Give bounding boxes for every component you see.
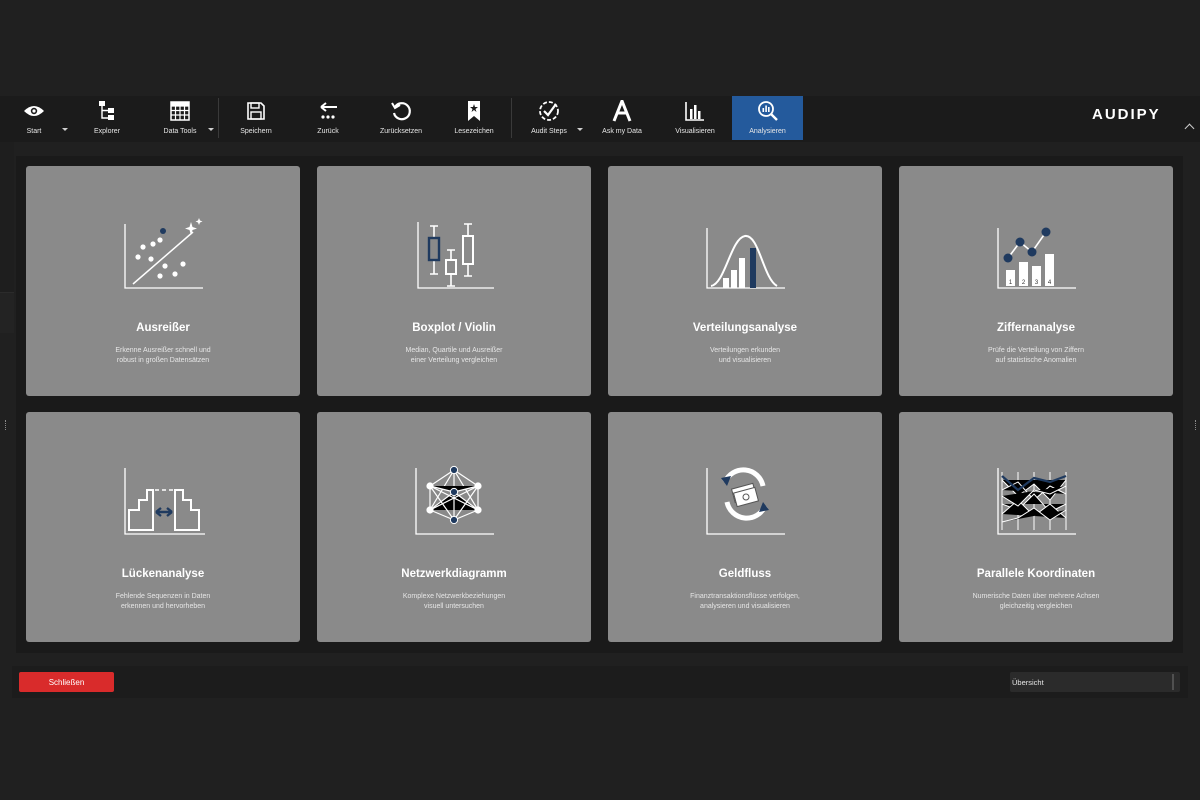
- card-parallele-koordinaten[interactable]: Parallele Koordinaten Numerische Daten ü…: [899, 412, 1173, 642]
- tab-explorer[interactable]: Explorer: [87, 96, 127, 140]
- view-select-value: Übersicht: [1012, 678, 1044, 687]
- view-select[interactable]: Übersicht: [1010, 672, 1180, 692]
- left-side-strip: [0, 142, 14, 302]
- boxplot-icon: [417, 222, 494, 289]
- analysis-panel: Ausreißer Erkenne Ausreißer schnell und r…: [16, 156, 1183, 653]
- left-side-strip-row: [0, 292, 14, 333]
- toolbar-separator: [218, 98, 219, 138]
- card-description: Erkenne Ausreißer schnell und robust in g…: [115, 347, 211, 364]
- card-title: Geldfluss: [718, 568, 772, 580]
- top-blank-area: [0, 0, 1200, 96]
- app-logo: AUDIPY: [1092, 106, 1161, 123]
- card-description: Fehlende Sequenzen in Daten erkennen und …: [115, 593, 211, 610]
- save-button[interactable]: Speichern: [234, 96, 278, 140]
- right-resize-handle[interactable]: [1195, 420, 1198, 430]
- check-circle-icon: [538, 100, 560, 122]
- card-description: Numerische Daten über mehrere Achsen glei…: [972, 593, 1100, 610]
- card-description: Komplexe Netzwerkbeziehungen visuell unte…: [402, 593, 506, 610]
- card-netzwerkdiagramm[interactable]: Netzwerkdiagramm Komplexe Netzwerkbezieh…: [317, 412, 591, 642]
- gap-analysis-icon: [124, 468, 205, 535]
- tab-ask-my-data[interactable]: Ask my Data: [600, 96, 644, 140]
- tree-icon: [96, 100, 118, 122]
- reset-label: Zurücksetzen: [379, 128, 423, 135]
- bookmark-label: Lesezeichen: [454, 128, 494, 135]
- reset-button[interactable]: Zurücksetzen: [378, 96, 424, 140]
- digit-analysis-icon: 1 2 3 4: [997, 227, 1076, 289]
- tab-start-label: Start: [26, 128, 42, 135]
- tab-explorer-label: Explorer: [93, 128, 121, 135]
- tab-analysieren[interactable]: Analysieren: [732, 96, 803, 140]
- card-lueckenanalyse[interactable]: Lückenanalyse Fehlende Sequenzen in Date…: [26, 412, 300, 642]
- visualisieren-label: Visualisieren: [675, 128, 715, 135]
- outlier-scatter-icon: [124, 218, 203, 289]
- tab-data-tools-label: Data Tools: [163, 128, 197, 135]
- parallel-coordinates-icon: [997, 468, 1076, 535]
- card-title: Verteilungsanalyse: [692, 322, 798, 334]
- card-title: Ausreißer: [136, 322, 190, 334]
- audit-steps-label: Audit Steps: [531, 128, 567, 135]
- card-description: Median, Quartile und Ausreißer einer Vert…: [405, 347, 503, 364]
- audit-steps-dropdown-icon[interactable]: [577, 128, 583, 131]
- card-boxplot-violin[interactable]: Boxplot / Violin Median, Quartile und Au…: [317, 166, 591, 396]
- toolbar-separator: [511, 98, 512, 138]
- card-title: Ziffernanalyse: [997, 322, 1075, 334]
- card-title: Boxplot / Violin: [412, 322, 496, 334]
- start-dropdown-icon[interactable]: [62, 128, 68, 131]
- distribution-icon: [706, 228, 785, 289]
- view-select-scroll-handle[interactable]: [1172, 674, 1174, 690]
- back-button[interactable]: Zurück: [308, 96, 348, 140]
- ask-my-data-label: Ask my Data: [602, 128, 642, 135]
- save-label: Speichern: [240, 128, 272, 135]
- ribbon-toolbar: Start Explorer Data Tools Speichern Zurü…: [0, 96, 1200, 142]
- network-icon: [415, 465, 494, 535]
- left-resize-handle[interactable]: [5, 420, 8, 430]
- analyze-icon: [757, 100, 779, 122]
- bookmark-button[interactable]: Lesezeichen: [454, 96, 494, 140]
- back-label: Zurück: [317, 128, 339, 135]
- bookmark-icon: [463, 100, 485, 122]
- eye-icon: [23, 100, 45, 122]
- card-geldfluss[interactable]: Geldfluss Finanztransaktionsflüsse verfo…: [608, 412, 882, 642]
- card-title: Lückenanalyse: [121, 568, 205, 580]
- data-tools-dropdown-icon[interactable]: [208, 128, 214, 131]
- tab-visualisieren[interactable]: Visualisieren: [674, 96, 716, 140]
- close-button[interactable]: Schließen: [19, 672, 114, 692]
- save-icon: [245, 100, 267, 122]
- analysieren-label: Analysieren: [749, 128, 786, 135]
- card-ausreisser[interactable]: Ausreißer Erkenne Ausreißer schnell und r…: [26, 166, 300, 396]
- money-flow-icon: [706, 467, 785, 535]
- back-icon: [317, 100, 339, 122]
- reset-icon: [390, 100, 412, 122]
- card-ziffernanalyse[interactable]: 1 2 3 4 Ziffernanalyse Prüfe die Verteil…: [899, 166, 1173, 396]
- tab-start[interactable]: Start: [14, 96, 54, 140]
- tab-audit-steps[interactable]: Audit Steps: [528, 96, 570, 140]
- card-description: Prüfe die Verteilung von Ziffern auf stat…: [988, 347, 1084, 364]
- card-description: Finanztransaktionsflüsse verfolgen, analy…: [690, 593, 800, 610]
- card-title: Netzwerkdiagramm: [401, 568, 507, 580]
- card-title: Parallele Koordinaten: [976, 568, 1096, 580]
- grid-icon: [169, 100, 191, 122]
- ask-data-icon: [611, 100, 633, 122]
- card-verteilungsanalyse[interactable]: Verteilungsanalyse Verteilungen erkunden…: [608, 166, 882, 396]
- tab-data-tools[interactable]: Data Tools: [160, 96, 200, 140]
- bar-chart-icon: [684, 100, 706, 122]
- card-description: Verteilungen erkunden und visualisieren: [709, 347, 781, 364]
